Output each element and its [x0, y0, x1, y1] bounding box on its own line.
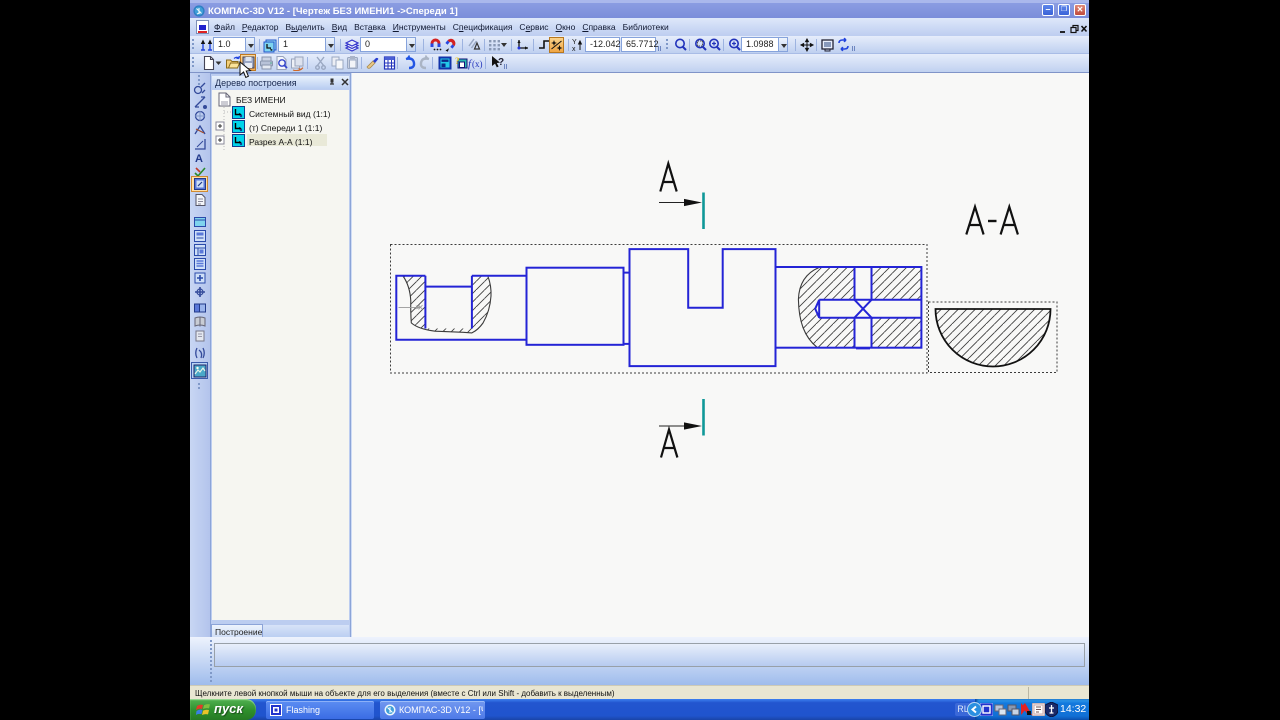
svg-text:A: A [195, 153, 203, 165]
svg-text:Y: Y [572, 39, 577, 46]
svg-text:?: ? [455, 56, 460, 66]
svg-text:x: x [572, 46, 576, 53]
svg-text:(x): (x) [472, 59, 483, 69]
